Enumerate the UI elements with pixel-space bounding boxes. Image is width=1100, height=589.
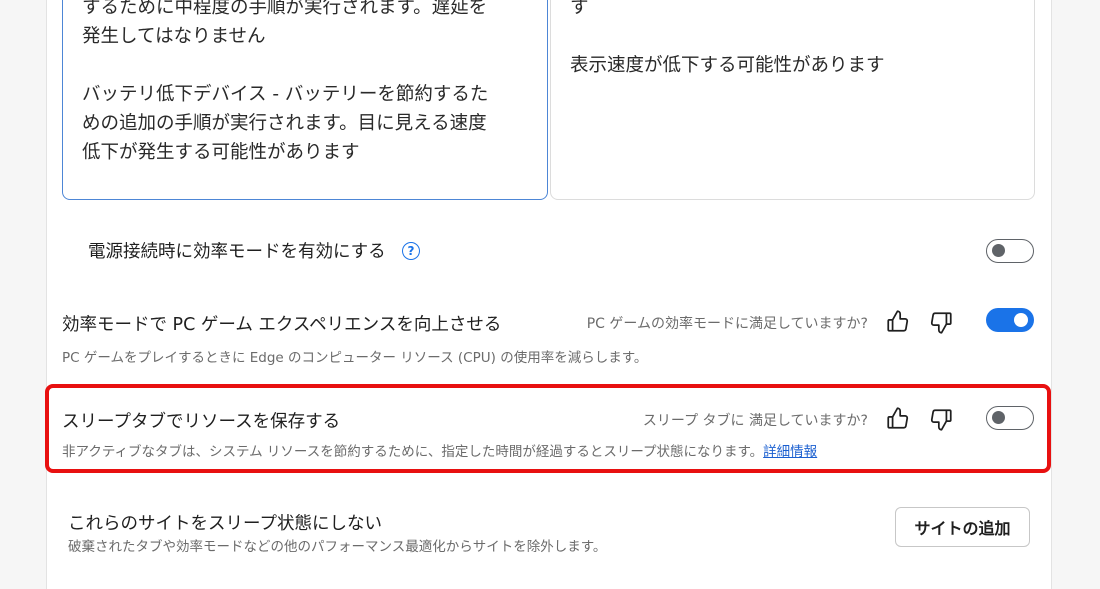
thumbs-down-icon[interactable]	[928, 310, 954, 336]
add-site-button[interactable]: サイトの追加	[895, 507, 1030, 547]
sleeping-tabs-title: スリープタブでリソースを保存する	[62, 412, 341, 432]
card-text: するために中程度の手順が実行されます。遅延を 発生してはなりません バッテリ低下…	[82, 0, 489, 163]
sleeping-tabs-description: 非アクティブなタブは、システム リソースを節約するために、指定した時間が経過する…	[62, 444, 764, 460]
pc-game-description: PC ゲームをプレイするときに Edge のコンピューター リソース (CPU)…	[62, 350, 648, 366]
learn-more-link[interactable]: 詳細情報	[763, 444, 817, 460]
sleeping-tabs-toggle[interactable]	[986, 406, 1034, 430]
power-mode-description-card-right: す 表示速度が低下する可能性があります	[550, 0, 1035, 200]
thumbs-down-icon[interactable]	[928, 407, 954, 433]
efficiency-plugged-toggle[interactable]	[986, 239, 1034, 263]
pc-game-title: 効率モードで PC ゲーム エクスペリエンスを向上させる	[62, 315, 502, 335]
card-text: す 表示速度が低下する可能性があります	[570, 0, 885, 76]
thumbs-up-icon[interactable]	[885, 308, 911, 334]
help-circle-icon[interactable]: ?	[402, 242, 420, 260]
efficiency-plugged-title: 電源接続時に効率モードを有効にする	[88, 242, 386, 262]
thumbs-up-icon[interactable]	[885, 405, 911, 431]
pc-game-toggle[interactable]	[986, 308, 1034, 332]
sleeping-tabs-feedback-question: スリープ タブに 満足していますか?	[642, 413, 868, 429]
never-sleep-description: 破棄されたタブや効率モードなどの他のパフォーマンス最適化からサイトを除外します。	[68, 539, 607, 555]
pc-game-feedback-question: PC ゲームの効率モードに満足していますか?	[586, 316, 868, 332]
power-mode-description-card: するために中程度の手順が実行されます。遅延を 発生してはなりません バッテリ低下…	[62, 0, 548, 200]
never-sleep-title: これらのサイトをスリープ状態にしない	[68, 514, 382, 534]
sleeping-tabs-description-row: 非アクティブなタブは、システム リソースを節約するために、指定した時間が経過する…	[62, 440, 817, 460]
